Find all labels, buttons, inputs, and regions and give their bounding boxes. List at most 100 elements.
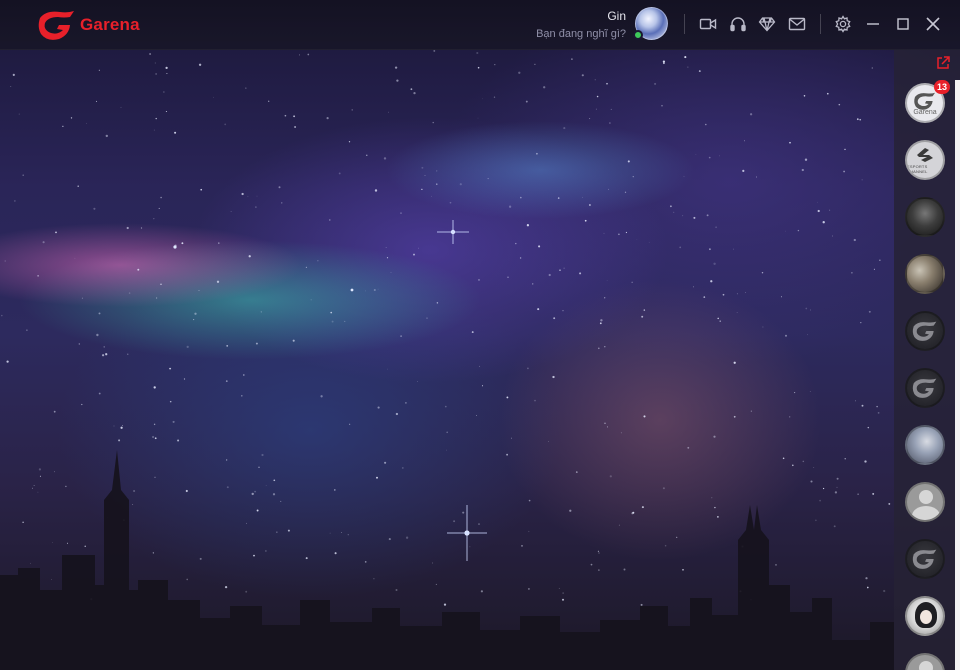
sidebar-item-contact[interactable]: [905, 596, 945, 636]
user-info[interactable]: Gin Bạn đang nghĩ gì?: [536, 8, 626, 42]
diamond-icon[interactable]: [756, 13, 778, 35]
star: [596, 95, 599, 98]
star: [557, 197, 560, 199]
maximize-icon[interactable]: [892, 13, 914, 35]
star: [33, 485, 35, 486]
star: [351, 109, 353, 111]
star: [844, 148, 846, 151]
sidebar-item-contact[interactable]: [905, 254, 945, 294]
star: [631, 281, 633, 283]
status-message-input[interactable]: Bạn đang nghĩ gì?: [536, 26, 626, 42]
sidebar-item-contact[interactable]: [905, 482, 945, 522]
star: [710, 280, 713, 283]
star: [683, 175, 685, 177]
star: [152, 552, 154, 554]
headset-icon[interactable]: [727, 13, 749, 35]
star: [857, 493, 859, 495]
star: [618, 233, 620, 236]
star: [704, 123, 707, 126]
default-avatar-icon: [919, 490, 933, 504]
star: [126, 226, 129, 230]
star: [597, 550, 599, 552]
star: [53, 410, 56, 413]
star: [198, 63, 202, 66]
star: [553, 317, 556, 320]
star: [268, 100, 270, 102]
star: [511, 437, 512, 439]
star: [185, 489, 188, 493]
star: [78, 343, 80, 345]
star: [873, 268, 875, 270]
star: [640, 603, 643, 606]
star: [673, 211, 675, 213]
minimize-icon[interactable]: [862, 13, 884, 35]
video-camera-icon[interactable]: [697, 13, 719, 35]
star: [693, 286, 694, 288]
star: [200, 188, 203, 191]
star: [534, 63, 536, 66]
star: [736, 293, 738, 295]
popout-icon[interactable]: [935, 55, 951, 71]
esports-logo-icon: [917, 148, 933, 162]
star: [400, 212, 402, 215]
star: [18, 113, 20, 115]
star: [661, 104, 663, 107]
username: Gin: [607, 9, 626, 23]
star: [843, 170, 845, 173]
sidebar-item-contact[interactable]: [905, 311, 945, 351]
garena-icon: [912, 321, 937, 341]
star: [868, 310, 871, 313]
close-icon[interactable]: [922, 13, 944, 35]
settings-icon[interactable]: [832, 13, 854, 35]
star: [536, 152, 538, 155]
star: [506, 453, 508, 456]
star: [385, 246, 387, 248]
star: [569, 509, 572, 512]
star: [487, 178, 489, 180]
star: [558, 587, 560, 589]
star: [224, 123, 227, 126]
star: [866, 586, 869, 589]
sidebar-item-contact[interactable]: [905, 539, 945, 579]
star: [22, 521, 24, 523]
star: [519, 257, 522, 259]
star: [436, 302, 439, 304]
star: [186, 345, 189, 349]
star: [742, 169, 745, 173]
title-bar: Garena Gin Bạn đang nghĩ gì?: [0, 0, 960, 50]
star: [172, 420, 175, 423]
star: [477, 117, 479, 119]
star: [305, 557, 308, 560]
star: [435, 583, 437, 585]
star: [813, 466, 815, 468]
star: [859, 118, 862, 121]
star: [871, 67, 873, 69]
sidebar-item-esports[interactable]: ESPORTS CHANNEL: [905, 140, 945, 180]
star: [446, 449, 448, 451]
sidebar-item-contact[interactable]: [905, 368, 945, 408]
star: [520, 196, 522, 199]
star: [711, 497, 713, 499]
star: [581, 74, 584, 77]
star: [598, 552, 600, 554]
star: [443, 603, 447, 606]
star: [459, 183, 462, 186]
star: [151, 435, 155, 439]
background-art: [0, 49, 894, 670]
garena-icon: [914, 92, 935, 110]
star: [476, 51, 479, 55]
star: [251, 492, 254, 496]
star: [755, 176, 757, 178]
star: [37, 275, 39, 277]
sidebar-item-contact[interactable]: [905, 425, 945, 465]
garena-logo[interactable]: Garena: [36, 8, 140, 42]
star: [405, 402, 407, 404]
star: [836, 477, 839, 480]
star: [128, 292, 131, 294]
sidebar-item-contact[interactable]: [905, 197, 945, 237]
mail-icon[interactable]: [786, 13, 808, 35]
star: [287, 529, 290, 532]
star: [84, 545, 86, 547]
star: [364, 561, 367, 563]
star: [782, 457, 785, 460]
